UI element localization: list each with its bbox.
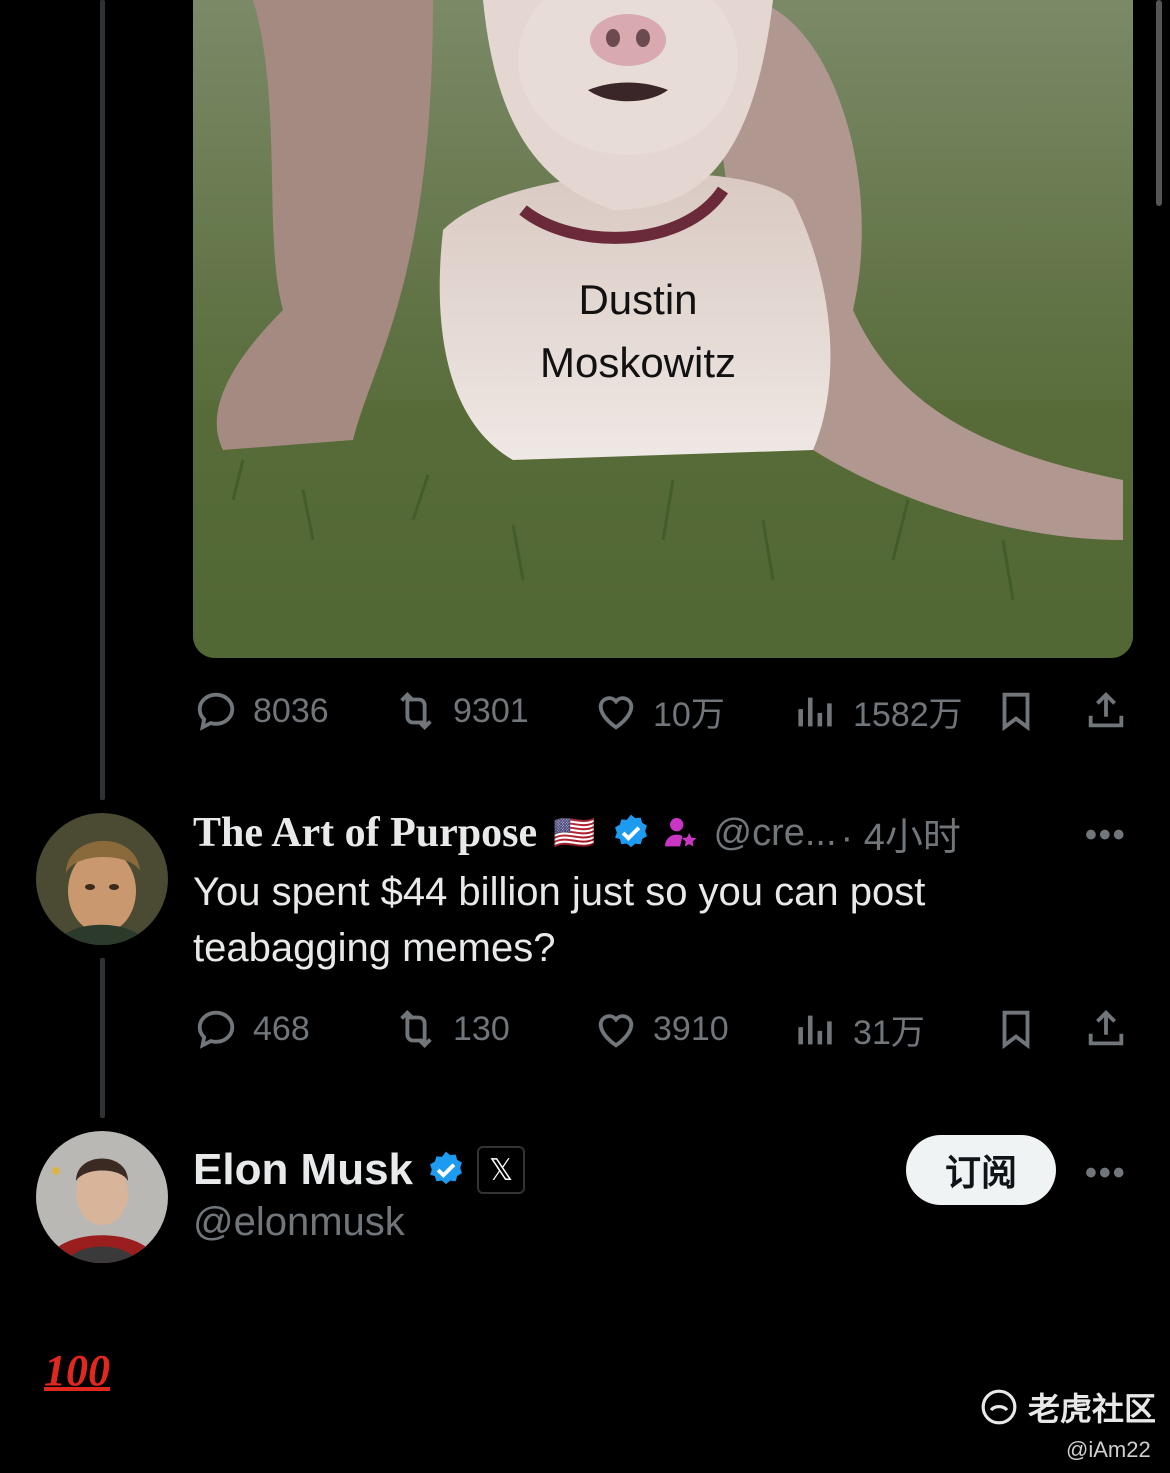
verified-badge-icon xyxy=(430,1151,462,1185)
tiger-community-logo-icon xyxy=(981,1389,1017,1425)
tweet2-header: The Art of Purpose 🇺🇸 @cre... · 4小时 xyxy=(193,806,961,861)
views-count: 31万 xyxy=(853,1013,925,1052)
author-handle[interactable]: @cre... xyxy=(714,812,837,855)
tweet3-header: Elon Musk 𝕏 xyxy=(193,1142,526,1198)
flag-icon: 🇺🇸 xyxy=(553,814,596,852)
retweet-button[interactable]: 9301 xyxy=(393,688,529,734)
share-icon xyxy=(1088,691,1124,728)
tweet2-more-button[interactable]: ••• xyxy=(1085,816,1127,855)
retweet-count: 9301 xyxy=(453,691,529,730)
retweet-icon xyxy=(400,691,432,731)
x-affiliate-icon[interactable]: 𝕏 xyxy=(477,1146,526,1194)
reply-button[interactable]: 468 xyxy=(193,1006,310,1052)
author-name[interactable]: Elon Musk xyxy=(193,1145,413,1195)
retweet-button[interactable]: 130 xyxy=(393,1006,510,1052)
tweet-media-image[interactable]: Dustin Moskowitz xyxy=(193,0,1133,658)
meme-caption-line1: Dustin xyxy=(578,276,698,323)
like-button[interactable]: 3910 xyxy=(593,1006,729,1052)
watermark-brand: 老虎社区 xyxy=(1028,1391,1157,1427)
author-handle[interactable]: @elonmusk xyxy=(193,1200,405,1245)
tweet2-text: You spent $44 billion just so you can po… xyxy=(193,870,926,970)
share-button[interactable] xyxy=(1083,688,1129,734)
reply-button[interactable]: 8036 xyxy=(193,688,329,734)
watermark-user: @iAm22 xyxy=(1066,1437,1151,1462)
thread-line-top xyxy=(100,0,105,800)
verified-badge-icon xyxy=(614,814,647,848)
watermark: 老虎社区 xyxy=(980,1384,1156,1430)
reply-icon xyxy=(197,1010,235,1049)
tweet-time[interactable]: · 4小时 xyxy=(841,806,961,861)
retweet-count: 130 xyxy=(453,1009,510,1048)
avatar-art-of-purpose[interactable] xyxy=(36,813,168,945)
views-count: 1582万 xyxy=(853,695,963,734)
subscriber-star-icon xyxy=(664,818,696,847)
reply-count: 8036 xyxy=(253,691,329,730)
hundred-points-icon: 100 xyxy=(44,1346,110,1395)
heart-icon xyxy=(598,696,634,730)
heart-icon xyxy=(598,1014,634,1048)
views-button[interactable]: 31万 xyxy=(793,1005,925,1054)
share-icon xyxy=(1088,1009,1124,1046)
like-count: 3910 xyxy=(653,1009,729,1048)
views-icon xyxy=(798,1015,832,1045)
scrollbar[interactable] xyxy=(1156,0,1162,206)
reply-count: 468 xyxy=(253,1009,310,1048)
subscribe-button[interactable]: 订阅 xyxy=(906,1135,1056,1205)
author-name[interactable]: The Art of Purpose xyxy=(193,809,537,857)
retweet-icon xyxy=(400,1009,432,1049)
share-button[interactable] xyxy=(1083,1006,1129,1052)
bookmark-button[interactable] xyxy=(993,688,1039,734)
tweet1-action-bar: 8036 9301 10万 1582万 xyxy=(193,686,1138,736)
like-count: 10万 xyxy=(653,695,725,734)
meme-caption-line2: Moskowitz xyxy=(539,339,737,386)
bookmark-button[interactable] xyxy=(993,1006,1039,1052)
tweet2-action-bar: 468 130 3910 31万 xyxy=(193,1004,1138,1054)
bookmark-icon xyxy=(1002,1010,1030,1050)
avatar-elon-musk[interactable] xyxy=(36,1131,168,1263)
bookmark-icon xyxy=(1002,692,1030,732)
views-icon xyxy=(798,697,832,727)
like-button[interactable]: 10万 xyxy=(593,687,725,736)
views-button[interactable]: 1582万 xyxy=(793,687,963,736)
thread-line-middle xyxy=(100,958,105,1118)
tweet3-more-button[interactable]: ••• xyxy=(1085,1154,1127,1193)
reply-icon xyxy=(197,692,235,731)
